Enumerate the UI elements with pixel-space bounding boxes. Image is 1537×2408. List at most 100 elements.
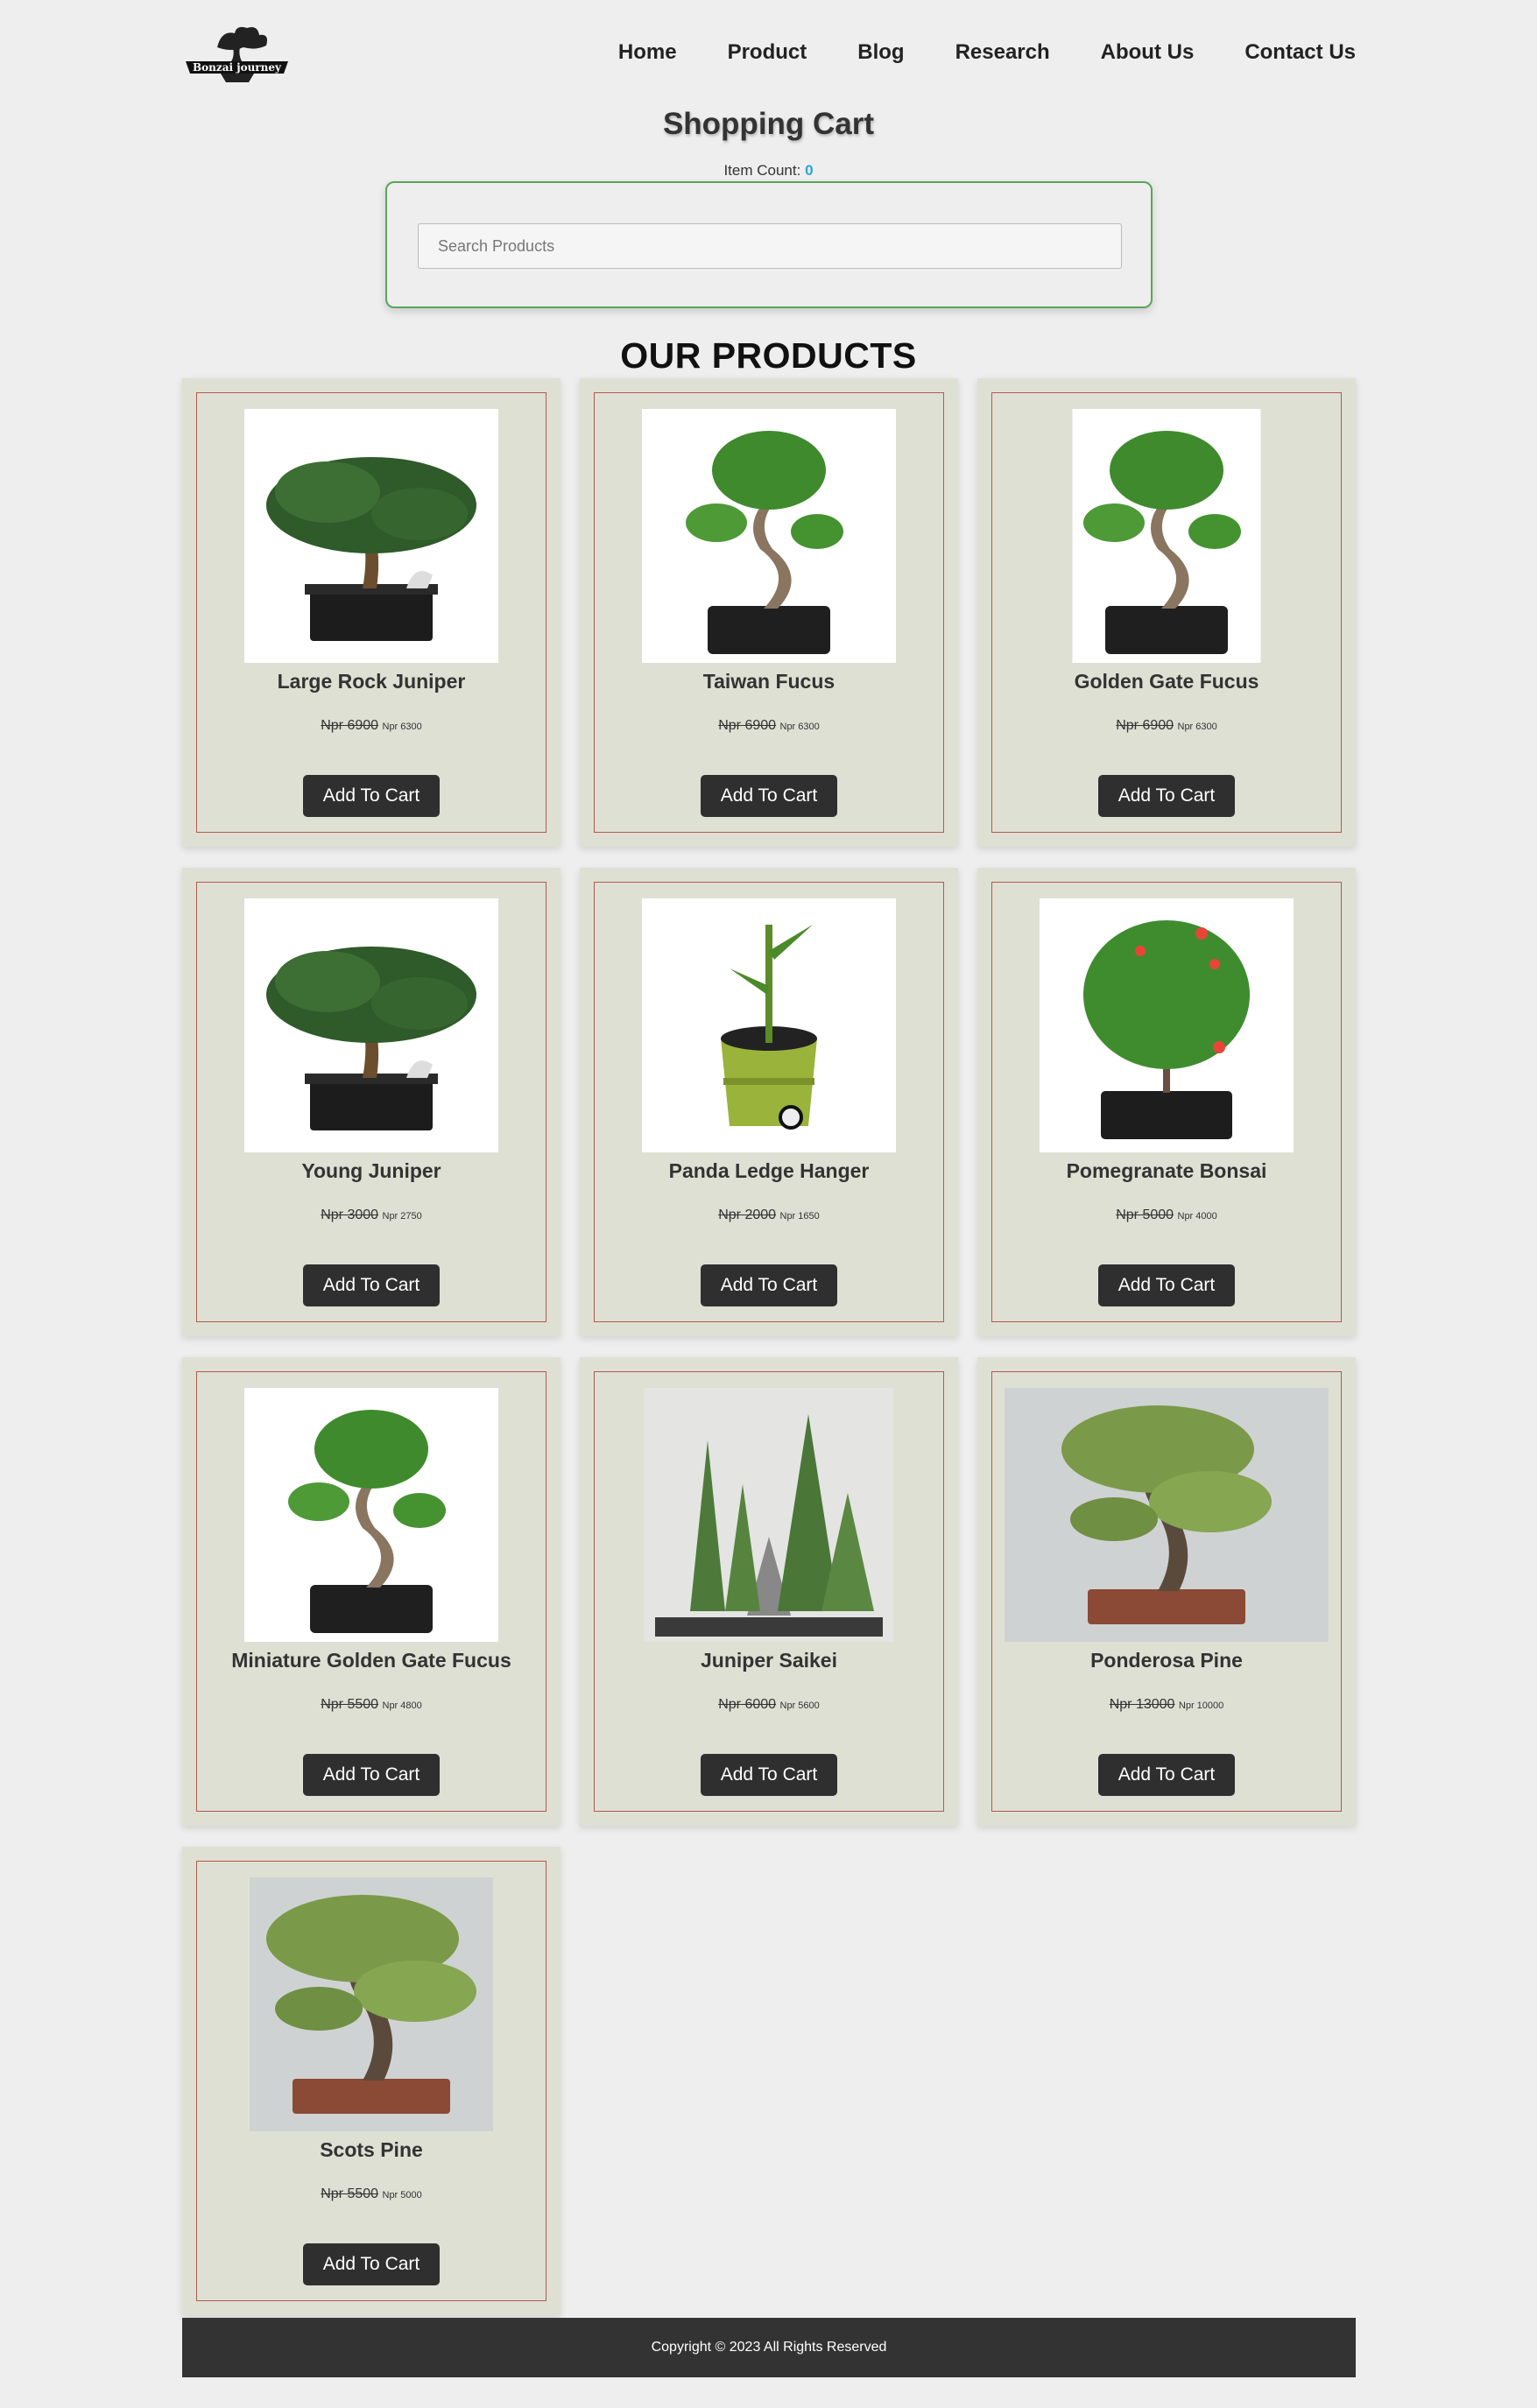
product-name: Golden Gate Fucus — [1074, 670, 1259, 693]
sale-price: Npr 6300 — [1177, 722, 1217, 732]
sale-price: Npr 2750 — [382, 1211, 422, 1222]
product-name: Miniature Golden Gate Fucus — [231, 1649, 511, 1672]
svg-text:Bonzai journey: Bonzai journey — [193, 61, 282, 74]
sale-price: Npr 10000 — [1178, 1700, 1224, 1711]
product-card-inner: Young Juniper Npr 3000 Npr 2750 Add To C… — [196, 882, 546, 1322]
original-price: Npr 3000 — [321, 1208, 379, 1222]
product-name: Panda Ledge Hanger — [668, 1159, 870, 1182]
original-price: Npr 6000 — [718, 1697, 777, 1712]
product-card: Scots Pine Npr 5500 Npr 5000 Add To Cart — [182, 1847, 561, 2315]
product-card: Young Juniper Npr 3000 Npr 2750 Add To C… — [182, 868, 561, 1336]
products-heading: OUR PRODUCTS — [620, 335, 917, 376]
sale-price: Npr 6300 — [382, 722, 422, 732]
original-price: Npr 5500 — [321, 1697, 379, 1712]
nav-contact-us[interactable]: Contact Us — [1244, 40, 1356, 65]
product-card: Panda Ledge Hanger Npr 2000 Npr 1650 Add… — [580, 868, 958, 1336]
original-price: Npr 5500 — [321, 2186, 379, 2201]
original-price: Npr 2000 — [718, 1208, 777, 1222]
juniper-bonsai-image — [244, 409, 498, 663]
product-card: Taiwan Fucus Npr 6900 Npr 6300 Add To Ca… — [580, 378, 958, 847]
add-to-cart-button[interactable]: Add To Cart — [1098, 1754, 1235, 1796]
product-image — [244, 1388, 498, 1642]
product-image — [1072, 409, 1261, 663]
sale-price: Npr 6300 — [779, 722, 820, 732]
add-to-cart-button[interactable]: Add To Cart — [701, 775, 837, 817]
product-grid: Large Rock Juniper Npr 6900 Npr 6300 Add… — [182, 378, 1356, 2315]
product-price: Npr 6000 Npr 5600 — [595, 1697, 943, 1713]
item-count-label: Item Count: — [723, 162, 801, 179]
search-input[interactable] — [418, 223, 1122, 269]
product-name: Ponderosa Pine — [1090, 1649, 1243, 1672]
product-card-inner: Large Rock Juniper Npr 6900 Npr 6300 Add… — [196, 392, 546, 833]
product-price: Npr 6900 Npr 6300 — [197, 718, 546, 734]
product-card: Large Rock Juniper Npr 6900 Npr 6300 Add… — [182, 378, 561, 847]
product-price: Npr 6900 Npr 6300 — [992, 718, 1341, 734]
add-to-cart-button[interactable]: Add To Cart — [303, 1754, 440, 1796]
pomegranate-bonsai-image — [1040, 898, 1294, 1152]
add-to-cart-button[interactable]: Add To Cart — [1098, 775, 1235, 817]
product-card-inner: Scots Pine Npr 5500 Npr 5000 Add To Cart — [196, 1861, 546, 2301]
product-name: Young Juniper — [301, 1159, 441, 1182]
nav-research[interactable]: Research — [955, 40, 1050, 65]
juniper-bonsai-image — [244, 898, 498, 1152]
product-price: Npr 5000 Npr 4000 — [992, 1208, 1341, 1223]
ficus-bonsai-image — [642, 409, 896, 663]
product-name: Juniper Saikei — [701, 1649, 837, 1672]
search-container — [385, 181, 1153, 308]
product-image — [244, 409, 498, 663]
sale-price: Npr 5600 — [779, 1700, 820, 1711]
product-name: Pomegranate Bonsai — [1066, 1159, 1267, 1182]
product-image — [644, 1388, 894, 1642]
pine-bonsai-image — [250, 1877, 493, 2131]
original-price: Npr 6900 — [1116, 718, 1174, 733]
add-to-cart-button[interactable]: Add To Cart — [701, 1264, 837, 1306]
product-name: Taiwan Fucus — [702, 670, 835, 693]
sale-price: Npr 4000 — [1177, 1211, 1217, 1222]
product-image — [250, 1877, 493, 2131]
bonsai-logo-icon: Bonzai journey — [186, 26, 288, 82]
product-image — [642, 898, 896, 1152]
product-card: Golden Gate Fucus Npr 6900 Npr 6300 Add … — [977, 378, 1356, 847]
product-card-inner: Taiwan Fucus Npr 6900 Npr 6300 Add To Ca… — [594, 392, 944, 833]
add-to-cart-button[interactable]: Add To Cart — [303, 775, 440, 817]
ficus-bonsai-image — [1072, 409, 1261, 663]
add-to-cart-button[interactable]: Add To Cart — [303, 2243, 440, 2285]
product-price: Npr 13000 Npr 10000 — [992, 1697, 1341, 1713]
sale-price: Npr 5000 — [382, 2190, 422, 2200]
product-card: Pomegranate Bonsai Npr 5000 Npr 4000 Add… — [977, 868, 1356, 1336]
sale-price: Npr 1650 — [779, 1211, 820, 1222]
add-to-cart-button[interactable]: Add To Cart — [701, 1754, 837, 1796]
original-price: Npr 6900 — [718, 718, 777, 733]
product-card-inner: Golden Gate Fucus Npr 6900 Npr 6300 Add … — [991, 392, 1342, 833]
main-nav: Home Product Blog Research About Us Cont… — [618, 40, 1356, 65]
nav-home[interactable]: Home — [618, 40, 677, 65]
item-count-value: 0 — [805, 162, 814, 179]
add-to-cart-button[interactable]: Add To Cart — [1098, 1264, 1235, 1306]
nav-about-us[interactable]: About Us — [1101, 40, 1195, 65]
nav-blog[interactable]: Blog — [857, 40, 904, 65]
product-image — [1005, 1388, 1329, 1642]
product-name: Large Rock Juniper — [277, 670, 466, 693]
site-header: Bonzai journey Home Product Blog Researc… — [182, 18, 1356, 91]
product-price: Npr 6900 Npr 6300 — [595, 718, 943, 734]
product-card-inner: Ponderosa Pine Npr 13000 Npr 10000 Add T… — [991, 1371, 1342, 1812]
product-name: Scots Pine — [320, 2138, 423, 2161]
product-price: Npr 5500 Npr 5000 — [197, 2186, 546, 2202]
nav-product[interactable]: Product — [728, 40, 807, 65]
product-card-inner: Panda Ledge Hanger Npr 2000 Npr 1650 Add… — [594, 882, 944, 1322]
product-card-inner: Juniper Saikei Npr 6000 Npr 5600 Add To … — [594, 1371, 944, 1812]
original-price: Npr 13000 — [1109, 1697, 1175, 1712]
product-price: Npr 3000 Npr 2750 — [197, 1208, 546, 1223]
shopping-cart-title: Shopping Cart — [662, 107, 875, 141]
product-card: Juniper Saikei Npr 6000 Npr 5600 Add To … — [580, 1357, 958, 1826]
product-price: Npr 2000 Npr 1650 — [595, 1208, 943, 1223]
product-card: Miniature Golden Gate Fucus Npr 5500 Npr… — [182, 1357, 561, 1826]
logo[interactable]: Bonzai journey — [182, 21, 292, 88]
product-card-inner: Pomegranate Bonsai Npr 5000 Npr 4000 Add… — [991, 882, 1342, 1322]
ficus-bonsai-image — [244, 1388, 498, 1642]
original-price: Npr 5000 — [1116, 1208, 1174, 1222]
add-to-cart-button[interactable]: Add To Cart — [303, 1264, 440, 1306]
item-count: Item Count: 0 — [0, 162, 1537, 180]
pine-bonsai-image — [1005, 1388, 1329, 1642]
footer: Copyright © 2023 All Rights Reserved — [182, 2318, 1356, 2377]
